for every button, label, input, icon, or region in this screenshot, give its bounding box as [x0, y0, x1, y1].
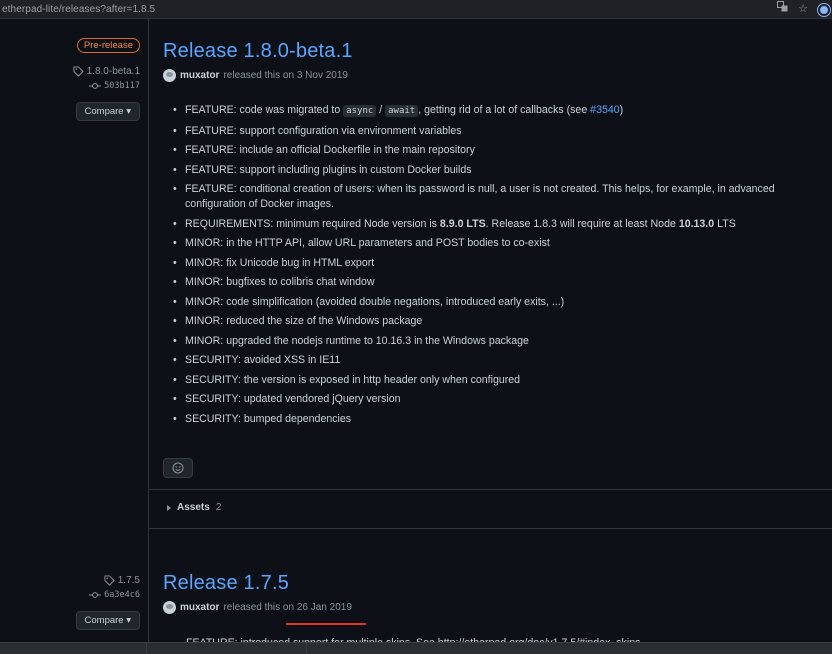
- release1-tag[interactable]: 1.8.0-beta.1: [73, 66, 140, 77]
- release1-commit-sha: 503b117: [104, 81, 140, 91]
- code-async: async: [343, 105, 377, 117]
- release2-sidebar: 1.7.5 6a3e4c6 Compare ▾: [75, 575, 140, 630]
- prerelease-badge: Pre-release: [76, 38, 140, 53]
- status-segment: [306, 643, 307, 654]
- list-item: FEATURE: support including plugins in cu…: [163, 163, 823, 178]
- translate-icon[interactable]: [777, 0, 788, 19]
- release2-byline: muxator released this on 26 Jan 2019: [163, 601, 832, 614]
- bookmark-star-icon[interactable]: ☆: [798, 0, 808, 19]
- release1-sidebar: Pre-release 1.8.0-beta.1 503b117 Compare…: [73, 38, 140, 121]
- list-item: SECURITY: bumped dependencies: [163, 412, 823, 427]
- author-name[interactable]: muxator: [180, 602, 219, 613]
- author-avatar[interactable]: [163, 601, 176, 614]
- list-item: FEATURE: support configuration via envir…: [163, 124, 823, 139]
- release2-compare-button[interactable]: Compare ▾: [75, 611, 140, 630]
- release1-tag-label: 1.8.0-beta.1: [86, 66, 140, 77]
- release1-date: released this on 3 Nov 2019: [223, 70, 348, 81]
- assets-divider-top: [149, 489, 832, 490]
- assets-divider-bottom: [149, 528, 832, 529]
- smiley-icon: [172, 462, 184, 474]
- release1-notes: FEATURE: code was migrated to async / aw…: [163, 103, 823, 431]
- assets-label: Assets: [177, 502, 210, 513]
- tag-icon: [73, 66, 84, 77]
- list-item: MINOR: reduced the size of the Windows p…: [163, 314, 823, 329]
- author-avatar[interactable]: [163, 69, 176, 82]
- assets-toggle[interactable]: Assets 2: [167, 502, 221, 513]
- release2-tag-label: 1.7.5: [117, 575, 140, 586]
- commit-icon: [89, 83, 102, 89]
- list-item: SECURITY: updated vendored jQuery versio…: [163, 392, 823, 407]
- add-reaction-button[interactable]: [163, 458, 193, 478]
- issue-link-3540[interactable]: #3540: [590, 104, 619, 116]
- list-item: SECURITY: avoided XSS in IE11: [163, 353, 823, 368]
- release1-byline: muxator released this on 3 Nov 2019: [163, 69, 832, 82]
- status-segment: [146, 643, 147, 654]
- author-name[interactable]: muxator: [180, 70, 219, 81]
- release2-tag[interactable]: 1.7.5: [76, 575, 140, 586]
- release1-card: Release 1.8.0-beta.1 muxator released th…: [163, 39, 832, 82]
- bottom-status-bar: [0, 642, 832, 654]
- caret-right-icon: [167, 504, 171, 511]
- list-item: FEATURE: code was migrated to async / aw…: [163, 103, 823, 119]
- code-await: await: [385, 105, 419, 117]
- profile-avatar-icon[interactable]: [818, 3, 830, 16]
- url-text[interactable]: etherpad-lite/releases?after=1.8.5: [0, 4, 155, 15]
- list-item: MINOR: upgraded the nodejs runtime to 10…: [163, 334, 823, 349]
- release1-commit[interactable]: 503b117: [73, 81, 140, 91]
- tag-icon: [104, 575, 115, 586]
- list-item: FEATURE: conditional creation of users: …: [163, 182, 823, 212]
- list-item: MINOR: code simplification (avoided doub…: [163, 295, 823, 310]
- browser-url-bar[interactable]: etherpad-lite/releases?after=1.8.5 ☆: [0, 0, 832, 19]
- list-item: MINOR: bugfixes to colibris chat window: [163, 275, 823, 290]
- release2-commit-sha: 6a3e4c6: [104, 590, 140, 600]
- release2-title[interactable]: Release 1.7.5: [163, 571, 832, 595]
- release1-compare-button[interactable]: Compare ▾: [75, 102, 140, 121]
- assets-count: 2: [215, 502, 222, 513]
- release1-title[interactable]: Release 1.8.0-beta.1: [163, 39, 832, 63]
- list-item: SECURITY: the version is exposed in http…: [163, 373, 823, 388]
- highlight-underline: [286, 623, 366, 625]
- list-item: REQUIREMENTS: minimum required Node vers…: [163, 217, 823, 232]
- list-item: FEATURE: include an official Dockerfile …: [163, 143, 823, 158]
- release2-card: Release 1.7.5 muxator released this on 2…: [163, 571, 832, 614]
- list-item: MINOR: in the HTTP API, allow URL parame…: [163, 236, 823, 251]
- browser-tools: ☆: [777, 0, 832, 19]
- list-item: MINOR: fix Unicode bug in HTML export: [163, 256, 823, 271]
- release2-commit[interactable]: 6a3e4c6: [76, 590, 140, 600]
- timeline-divider: [148, 19, 149, 654]
- release2-date: released this on 26 Jan 2019: [223, 602, 352, 613]
- commit-icon: [89, 592, 102, 598]
